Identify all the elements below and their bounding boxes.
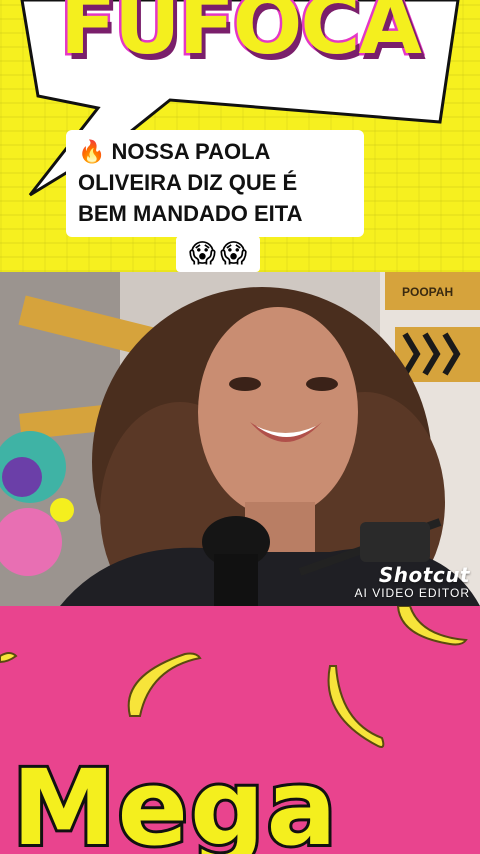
scream-emoji-icon: 😱 bbox=[188, 239, 216, 269]
watermark-logo: Shotcut bbox=[378, 563, 470, 587]
video-frame[interactable]: POOPAH bbox=[0, 272, 480, 606]
bottom-banner: Mega bbox=[0, 606, 480, 854]
banana-icon bbox=[327, 665, 385, 748]
video-scene: POOPAH bbox=[0, 272, 480, 606]
banana-icon bbox=[127, 652, 202, 717]
brand-title: FUFOCA bbox=[58, 0, 425, 76]
top-banner: FUFOCA 🔥 NOSSA PAOLA OLIVEIRA DIZ QUE É … bbox=[0, 0, 480, 272]
caption-box: 🔥 NOSSA PAOLA OLIVEIRA DIZ QUE É BEM MAN… bbox=[66, 130, 364, 237]
scream-emoji-icon: 😱 bbox=[220, 239, 248, 269]
caption-line-3: BEM MANDADO EITA bbox=[78, 201, 303, 226]
footer-brand-title: Mega bbox=[9, 747, 340, 854]
shotcut-watermark: Shotcut AI VIDEO EDITOR bbox=[355, 564, 470, 600]
watermark-subtitle: AI VIDEO EDITOR bbox=[354, 586, 470, 600]
banana-icon bbox=[396, 606, 468, 646]
wall-sign-text: POOPAH bbox=[402, 285, 453, 299]
caption-emoji-box: 😱 😱 bbox=[176, 236, 260, 272]
caption-line-2: OLIVEIRA DIZ QUE É bbox=[78, 170, 298, 195]
caption-line-1: 🔥 NOSSA PAOLA bbox=[78, 139, 271, 164]
banana-icon bbox=[0, 652, 18, 664]
